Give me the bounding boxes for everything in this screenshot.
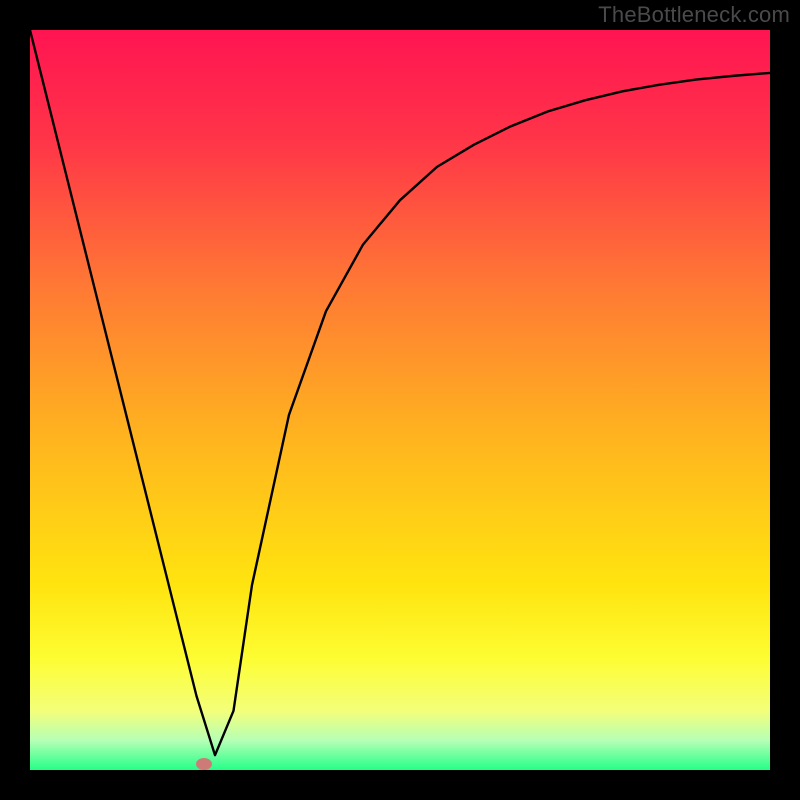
plot-area: [30, 30, 770, 770]
chart-frame: TheBottleneck.com: [0, 0, 800, 800]
gradient-background: [30, 30, 770, 770]
minimum-marker: [196, 758, 212, 770]
attribution-text: TheBottleneck.com: [598, 2, 790, 28]
